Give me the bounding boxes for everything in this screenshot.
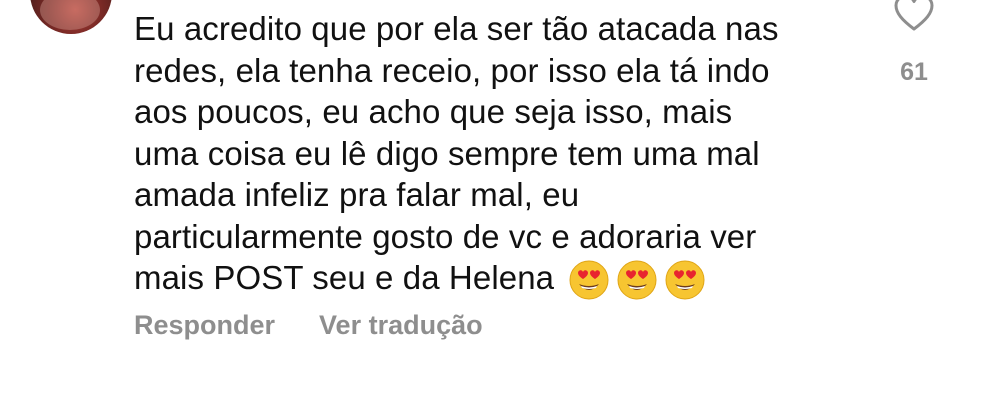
comment-actions: Responder Ver tradução <box>134 310 483 341</box>
comment-line: particularmente gosto de vc e adoraria v… <box>134 217 757 255</box>
heart-outline-icon[interactable] <box>893 0 935 32</box>
comment-last-line: mais POST seu e da Helena <box>134 257 854 301</box>
comment-line: redes, ela tenha receio, por isso ela tá… <box>134 51 770 89</box>
heart-eyes-emoji-icon <box>664 259 706 301</box>
reply-button[interactable]: Responder <box>134 310 275 341</box>
comment-line: uma coisa eu lê digo sempre tem uma mal <box>134 134 760 172</box>
avatar-photo-detail <box>40 0 100 30</box>
heart-eyes-emoji-icon <box>616 259 658 301</box>
comment-line: aos poucos, eu acho que seja isso, mais <box>134 93 733 130</box>
comment-line: amada infeliz pra falar mal, eu <box>134 176 580 213</box>
comment-line: Eu acredito que por ela ser tão atacada … <box>134 10 779 47</box>
comment-body: Eu acredito que por ela ser tão atacada … <box>134 8 854 301</box>
avatar[interactable] <box>30 0 112 34</box>
translate-button[interactable]: Ver tradução <box>319 310 483 341</box>
like-count: 61 <box>900 58 928 86</box>
heart-eyes-emoji-icon <box>568 259 610 301</box>
comment-line-text: mais POST seu e da Helena <box>134 259 555 296</box>
